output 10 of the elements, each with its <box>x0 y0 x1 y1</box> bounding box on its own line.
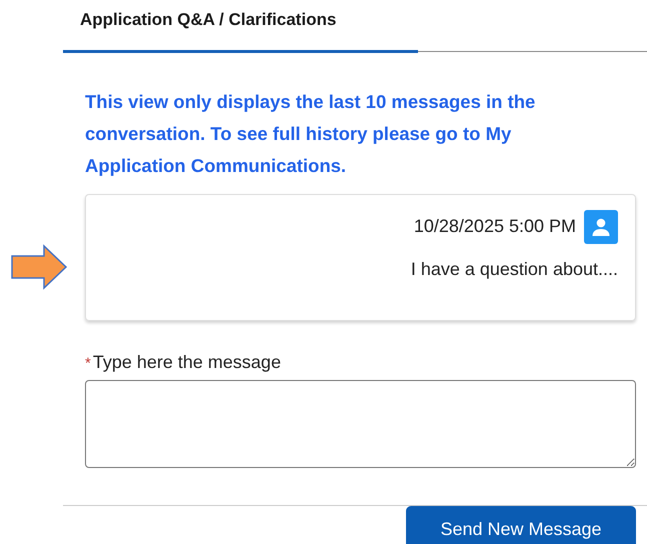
notice-text: This view only displays the last 10 messages in the conversation. To see full history please go to My Application Communications. <box>85 90 536 178</box>
message-timestamp: 10/28/2025 5:00 PM <box>414 215 576 238</box>
required-mark: * <box>85 354 91 372</box>
field-label: Type here the message <box>92 352 281 372</box>
send-button[interactable]: Send New Message <box>406 506 636 544</box>
tab[interactable]: Application Q&A / Clarifications <box>63 0 418 52</box>
message-text: I have a question about.... <box>410 258 618 278</box>
message-field[interactable] <box>85 380 636 468</box>
avatar-icon <box>584 210 618 244</box>
arrow-icon <box>10 244 68 290</box>
